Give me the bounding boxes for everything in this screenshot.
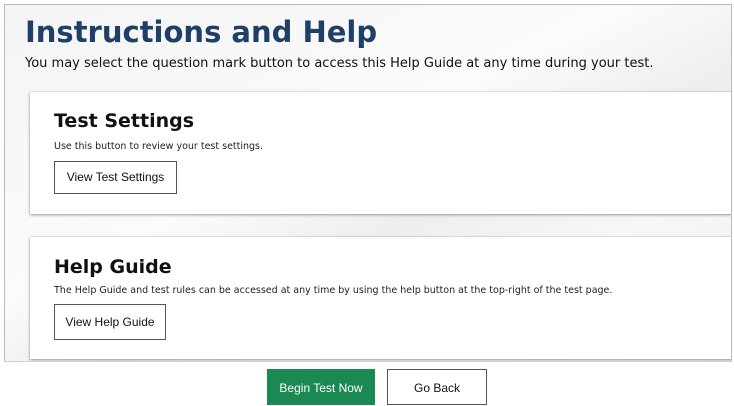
help-guide-card: Help Guide The Help Guide and test rules… [30, 237, 731, 359]
footer-bar: Begin Test Now Go Back [4, 361, 732, 405]
help-guide-title: Help Guide [54, 256, 172, 278]
go-back-button[interactable]: Go Back [387, 369, 487, 405]
page-title: Instructions and Help [25, 15, 378, 49]
test-settings-title: Test Settings [54, 110, 195, 132]
page-subtitle: You may select the question mark button … [25, 56, 654, 71]
begin-test-button[interactable]: Begin Test Now [267, 369, 375, 405]
view-test-settings-button[interactable]: View Test Settings [54, 161, 177, 194]
test-settings-card: Test Settings Use this button to review … [30, 92, 731, 214]
view-help-guide-button[interactable]: View Help Guide [54, 304, 166, 340]
test-settings-description: Use this button to review your test sett… [54, 141, 264, 152]
instructions-panel: Instructions and Help You may select the… [4, 4, 732, 404]
help-guide-description: The Help Guide and test rules can be acc… [54, 285, 613, 296]
